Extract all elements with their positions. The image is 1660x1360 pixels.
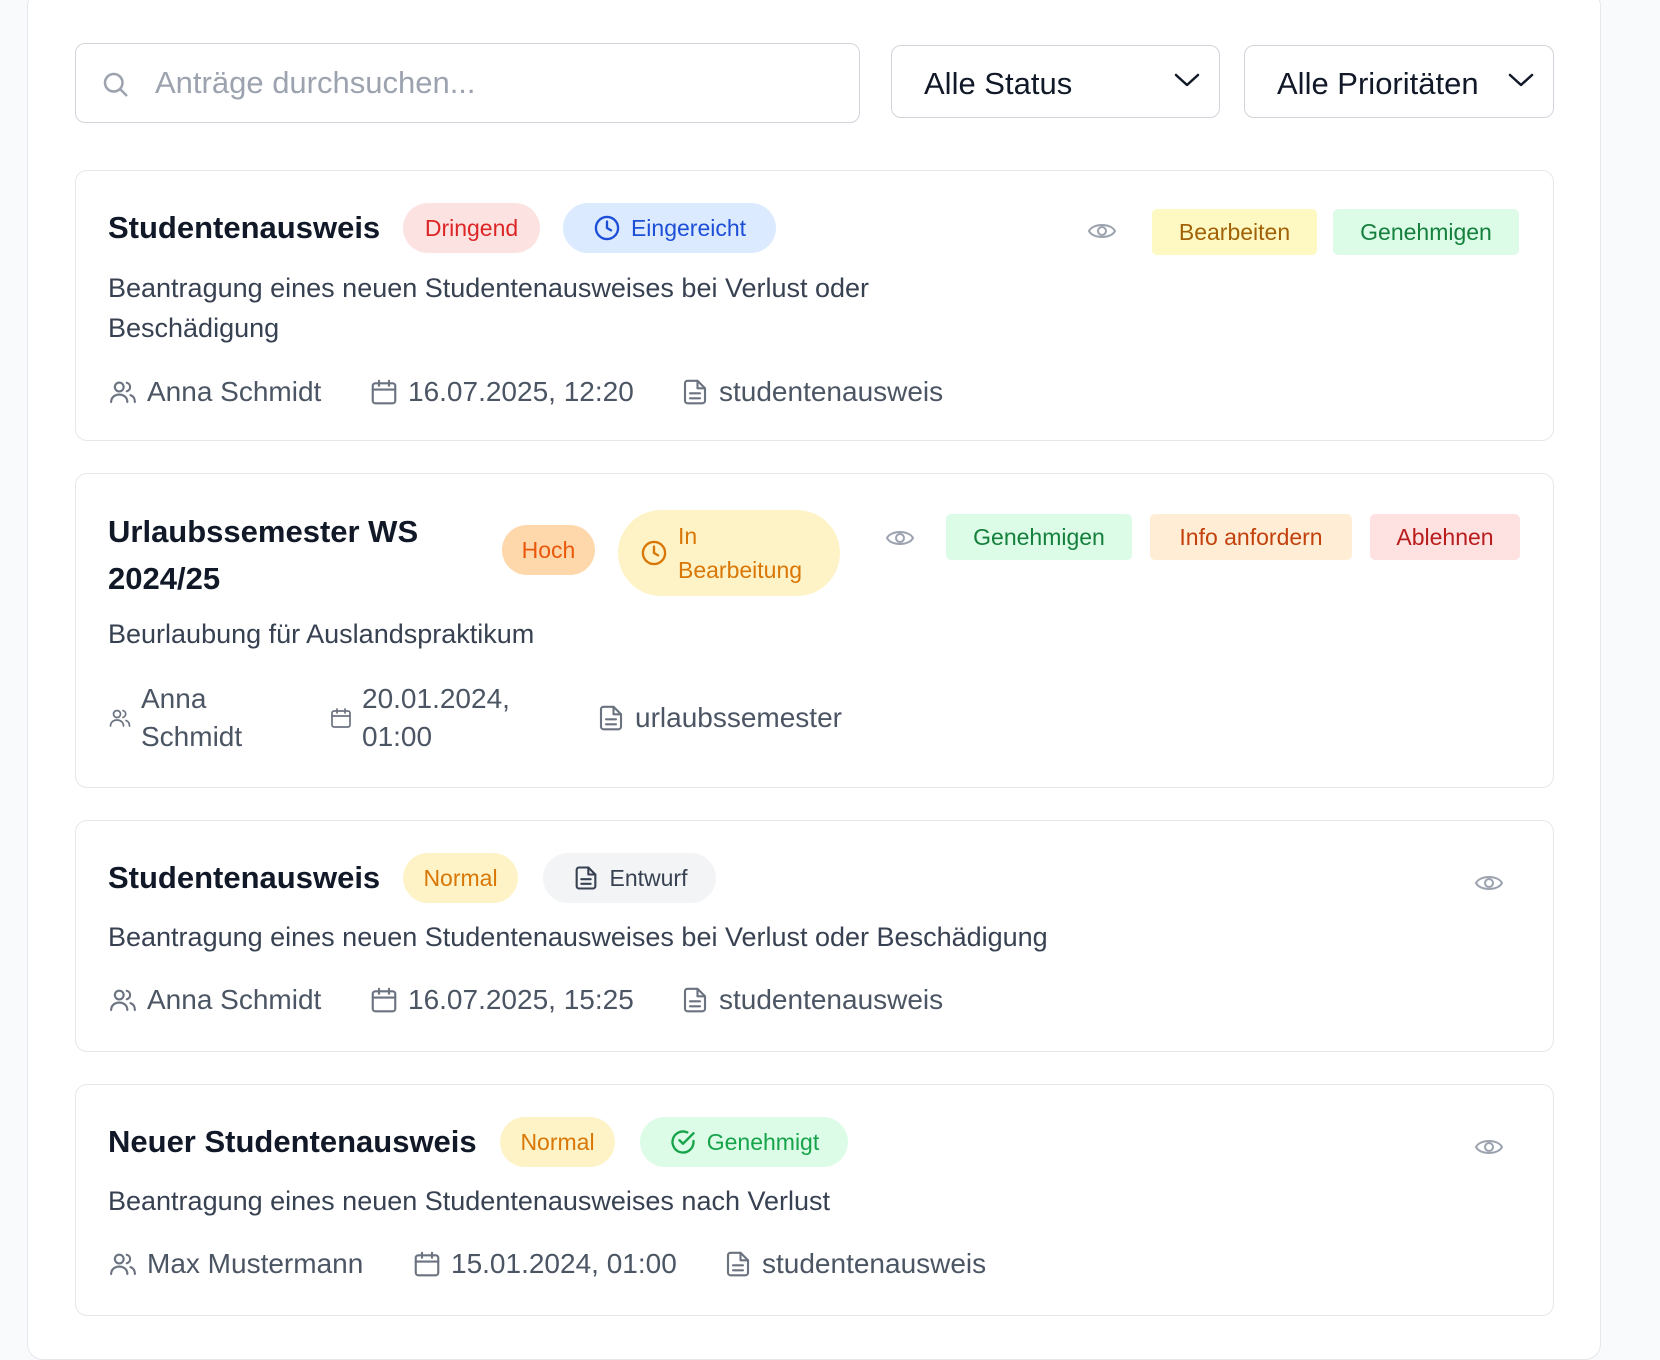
status-filter-value: Alle Status: [924, 66, 1073, 101]
priority-badge: Hoch: [502, 525, 595, 575]
user-name: Anna Schmidt: [141, 683, 243, 752]
user-name: Anna Schmidt: [147, 984, 322, 1015]
status-label: Genehmigt: [706, 1128, 820, 1155]
request-description: Beantragung eines neuen Studentenausweis…: [108, 273, 870, 343]
status-label: Eingereicht: [630, 214, 747, 241]
calendar-icon: [331, 708, 351, 728]
request-title: Urlaubssemester WS 2024/25: [108, 514, 419, 596]
request-type: urlaubssemester: [596, 699, 842, 737]
status-filter-select[interactable]: Alle Status: [891, 45, 1220, 118]
approve-button[interactable]: Genehmigen: [946, 514, 1132, 560]
view-eye-icon[interactable]: [885, 526, 915, 555]
users-icon: [110, 381, 136, 404]
date-value: 20.01.2024, 01:00: [362, 683, 510, 752]
edit-button[interactable]: Bearbeiten: [1152, 209, 1317, 255]
request-card[interactable]: Studentenausweis Normal Entwurf Beantrag…: [75, 820, 1554, 1052]
view-eye-icon[interactable]: [1087, 219, 1117, 248]
status-badge: Genehmigt: [640, 1117, 848, 1167]
document-icon: [683, 379, 707, 405]
priority-filter-select[interactable]: Alle Prioritäten: [1244, 45, 1554, 118]
request-type: studentenausweis: [680, 981, 943, 1019]
search-icon: [100, 69, 130, 104]
document-icon: [575, 866, 596, 890]
request-info-button[interactable]: Info anfordern: [1150, 514, 1352, 560]
type-value: studentenausweis: [762, 1248, 987, 1279]
calendar-icon: [371, 379, 397, 405]
chevron-down-icon: [1507, 70, 1535, 95]
request-description: Beantragung eines neuen Studentenausweis…: [108, 1186, 831, 1216]
request-user: Anna Schmidt: [108, 981, 321, 1019]
chevron-down-icon: [1173, 70, 1201, 95]
request-date: 15.01.2024, 01:00: [412, 1245, 677, 1283]
search-input[interactable]: [155, 44, 835, 122]
request-user: Anna Schmidt: [108, 373, 321, 411]
request-title: Neuer Studentenausweis: [108, 1124, 477, 1159]
request-card[interactable]: Urlaubssemester WS 2024/25 Hoch In Bearb…: [75, 473, 1554, 788]
status-badge: Entwurf: [543, 853, 716, 903]
priority-badge: Dringend: [403, 203, 540, 253]
priority-label: Hoch: [521, 536, 576, 563]
users-icon: [110, 989, 136, 1012]
request-date: 20.01.2024, 01:00: [329, 680, 522, 756]
priority-label: Dringend: [424, 214, 519, 241]
reject-button[interactable]: Ablehnen: [1370, 514, 1520, 560]
clock-icon: [594, 215, 620, 241]
search-box[interactable]: [75, 43, 860, 123]
request-date: 16.07.2025, 15:25: [369, 981, 634, 1019]
request-user: Anna Schmidt: [108, 680, 251, 756]
request-description: Beantragung eines neuen Studentenausweis…: [108, 922, 1048, 952]
clock-icon: [641, 540, 667, 566]
type-value: urlaubssemester: [635, 702, 842, 733]
document-icon: [683, 987, 707, 1013]
type-value: studentenausweis: [719, 376, 944, 407]
users-icon: [110, 1253, 136, 1276]
status-label: Entwurf: [609, 864, 688, 891]
users-icon: [109, 709, 131, 727]
date-value: 16.07.2025, 15:25: [408, 984, 634, 1015]
approve-button[interactable]: Genehmigen: [1333, 209, 1519, 255]
request-card[interactable]: Neuer Studentenausweis Normal Genehmigt …: [75, 1084, 1554, 1316]
date-value: 15.01.2024, 01:00: [451, 1248, 677, 1279]
calendar-icon: [414, 1251, 440, 1277]
calendar-icon: [371, 987, 397, 1013]
request-title: Studentenausweis: [108, 860, 381, 895]
request-user: Max Mustermann: [108, 1245, 363, 1283]
priority-label: Normal: [520, 1128, 595, 1155]
request-type: studentenausweis: [723, 1245, 986, 1283]
request-card[interactable]: Studentenausweis Dringend Eingereicht Be…: [75, 170, 1554, 441]
user-name: Max Mustermann: [147, 1248, 364, 1279]
status-label: In Bearbeitung: [678, 523, 803, 583]
status-badge: Eingereicht: [563, 203, 776, 253]
view-eye-icon[interactable]: [1474, 871, 1504, 900]
priority-badge: Normal: [403, 853, 518, 903]
check-circle-icon: [671, 1130, 695, 1154]
request-title: Studentenausweis: [108, 210, 381, 245]
priority-badge: Normal: [500, 1117, 615, 1167]
view-eye-icon[interactable]: [1474, 1135, 1504, 1164]
type-value: studentenausweis: [719, 984, 944, 1015]
priority-label: Normal: [423, 864, 498, 891]
date-value: 16.07.2025, 12:20: [408, 376, 634, 407]
request-type: studentenausweis: [680, 373, 943, 411]
priority-filter-value: Alle Prioritäten: [1277, 66, 1479, 101]
status-badge: In Bearbeitung: [618, 510, 840, 596]
request-description: Beurlaubung für Auslandspraktikum: [108, 619, 535, 649]
request-date: 16.07.2025, 12:20: [369, 373, 634, 411]
user-name: Anna Schmidt: [147, 376, 322, 407]
document-icon: [726, 1251, 750, 1277]
document-icon: [599, 705, 623, 731]
